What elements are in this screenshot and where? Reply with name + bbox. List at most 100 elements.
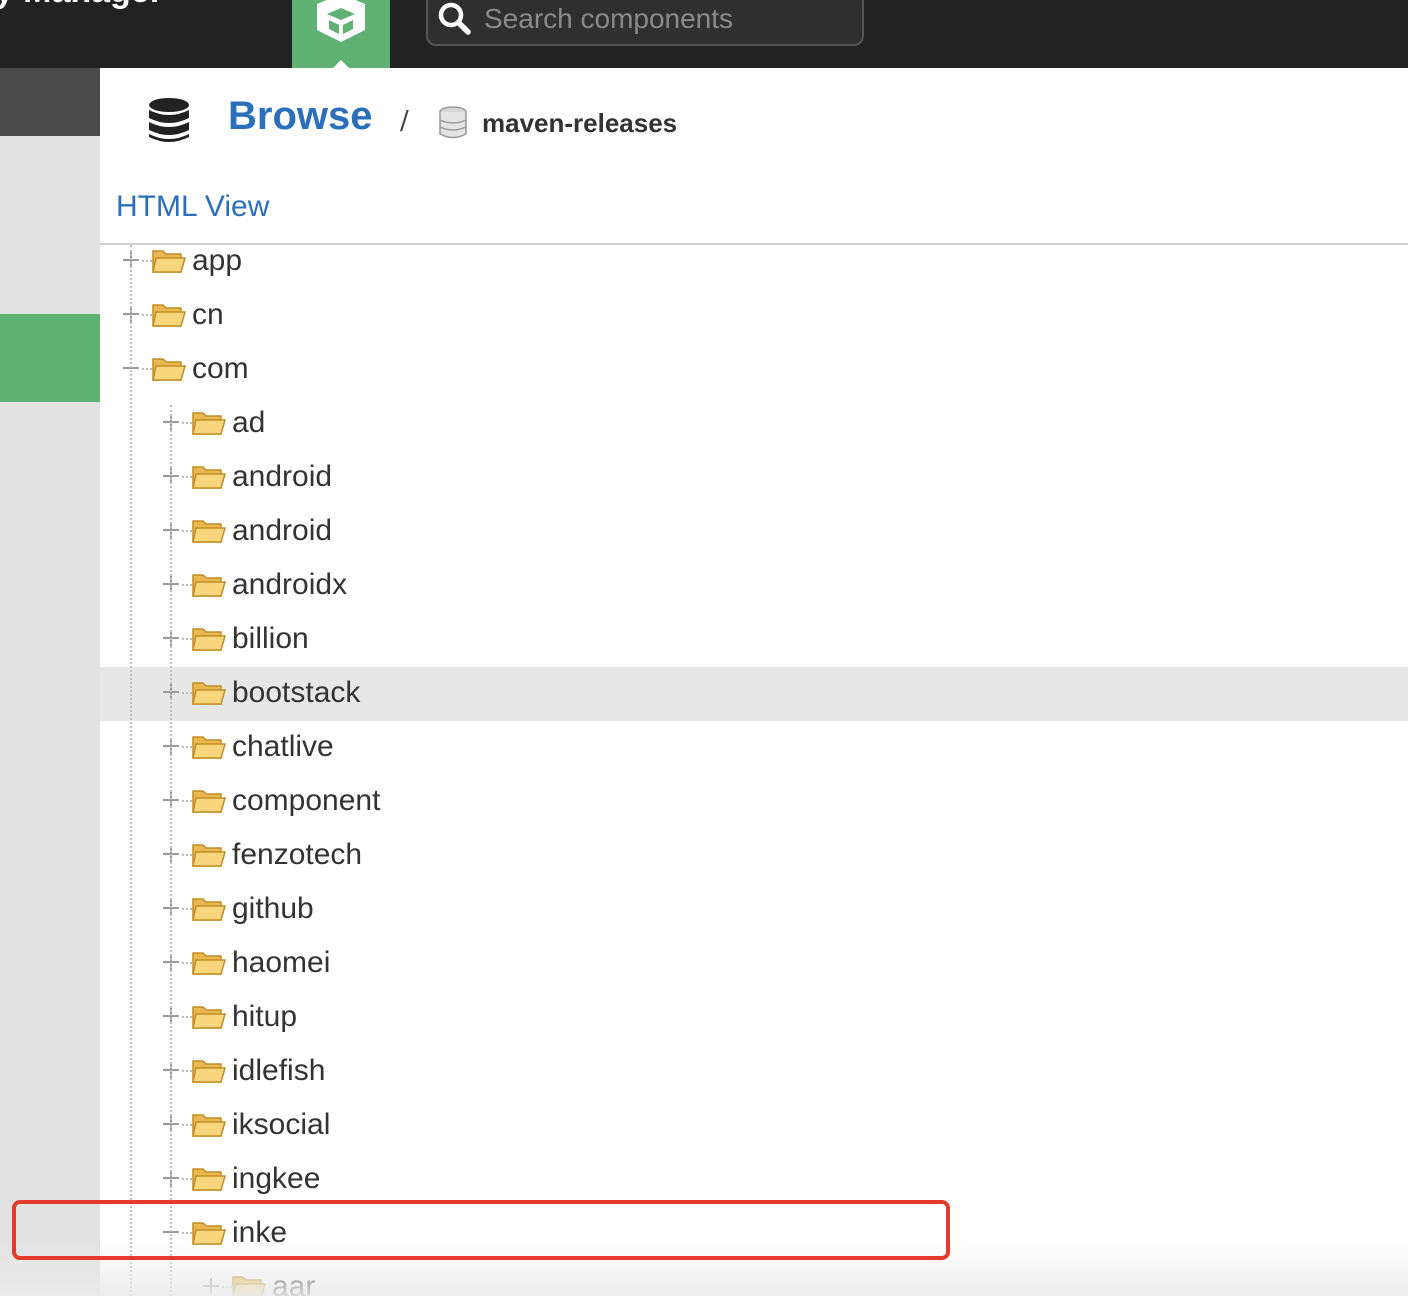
folder-open-icon: [192, 679, 226, 711]
tree-node-label[interactable]: android: [232, 460, 332, 494]
folder-open-icon: [192, 625, 226, 657]
main-content: Browse / maven-releases HTML View app cn c…: [100, 68, 1408, 1296]
tree-row[interactable]: androidx: [100, 559, 1408, 613]
tree-guide-line: [130, 245, 132, 1296]
repository-icon: [439, 106, 467, 139]
browse-mode-button[interactable]: [292, 0, 390, 69]
tree-node-label[interactable]: inke: [232, 1216, 287, 1250]
folder-open-icon: [152, 247, 186, 279]
folder-open-icon: [152, 355, 186, 387]
search-icon: [438, 2, 471, 35]
tree-connector: [182, 1124, 192, 1126]
database-icon: [149, 98, 189, 142]
tree-row[interactable]: ad: [100, 397, 1408, 451]
tree-connector: [182, 476, 192, 478]
tree-node-label[interactable]: iksocial: [232, 1108, 330, 1142]
tree-row[interactable]: haomei: [100, 937, 1408, 991]
folder-open-icon: [192, 733, 226, 765]
folder-open-icon: [192, 949, 226, 981]
tree-node-label[interactable]: billion: [232, 622, 309, 656]
folder-open-icon: [192, 571, 226, 603]
tree-row[interactable]: inke: [100, 1207, 1408, 1261]
folder-open-icon: [192, 1219, 226, 1251]
tree-node-label[interactable]: app: [192, 245, 242, 278]
folder-open-icon: [152, 301, 186, 333]
tree-connector: [142, 314, 152, 316]
folder-open-icon: [192, 517, 226, 549]
folder-open-icon: [192, 787, 226, 819]
tree-node-label[interactable]: bootstack: [232, 676, 360, 710]
folder-open-icon: [192, 1165, 226, 1197]
tree-connector: [182, 800, 192, 802]
tree-row[interactable]: billion: [100, 613, 1408, 667]
tree-node-label[interactable]: cn: [192, 298, 224, 332]
tree-row[interactable]: ingkee: [100, 1153, 1408, 1207]
tree-connector: [182, 1016, 192, 1018]
tree-connector: [142, 368, 152, 370]
search-box[interactable]: [426, 0, 864, 46]
nav-item-active[interactable]: [0, 314, 100, 402]
tree-row[interactable]: hitup: [100, 991, 1408, 1045]
breadcrumb-separator: /: [400, 106, 409, 136]
folder-open-icon: [192, 409, 226, 441]
tree-row[interactable]: idlefish: [100, 1045, 1408, 1099]
folder-open-icon: [192, 1111, 226, 1143]
tree-node-label[interactable]: androidx: [232, 568, 347, 602]
tree-connector: [182, 1178, 192, 1180]
tree-connector: [182, 422, 192, 424]
tree-connector: [182, 746, 192, 748]
plus-icon[interactable]: [200, 1275, 222, 1296]
app-title: itory Manager: [0, 0, 163, 11]
html-view-link[interactable]: HTML View: [116, 190, 269, 224]
tree-row[interactable]: component: [100, 775, 1408, 829]
tree-row[interactable]: android: [100, 451, 1408, 505]
tree-node-label[interactable]: chatlive: [232, 730, 334, 764]
folder-open-icon: [192, 1003, 226, 1035]
tree-connector: [182, 530, 192, 532]
tree-node-label[interactable]: fenzotech: [232, 838, 362, 872]
top-bar: itory Manager: [0, 0, 1408, 69]
tree-row[interactable]: android: [100, 505, 1408, 559]
tree-connector: [222, 1286, 232, 1288]
tree-connector: [182, 584, 192, 586]
tree-guide-line: [170, 405, 172, 1296]
folder-open-icon: [192, 895, 226, 927]
tree-row[interactable]: app: [100, 245, 1408, 289]
tree-node-label[interactable]: idlefish: [232, 1054, 325, 1088]
folder-open-icon: [192, 841, 226, 873]
tree-connector: [182, 908, 192, 910]
tree-row[interactable]: github: [100, 883, 1408, 937]
tree-row[interactable]: iksocial: [100, 1099, 1408, 1153]
folder-open-icon: [192, 1057, 226, 1089]
tree-connector: [182, 638, 192, 640]
breadcrumb-browse-link[interactable]: Browse: [228, 94, 373, 139]
tree-connector: [142, 260, 152, 262]
cube-icon: [317, 0, 365, 42]
tree-connector: [182, 854, 192, 856]
tree-node-label[interactable]: ad: [232, 406, 265, 440]
tree-row[interactable]: aar: [100, 1261, 1408, 1296]
folder-open-icon: [192, 463, 226, 495]
tree-connector: [182, 692, 192, 694]
tree-node-label[interactable]: component: [232, 784, 380, 818]
component-tree: app cn com ad android android androidx billion b…: [100, 245, 1408, 1296]
tree-row[interactable]: chatlive: [100, 721, 1408, 775]
tree-row[interactable]: cn: [100, 289, 1408, 343]
tree-node-label[interactable]: haomei: [232, 946, 330, 980]
search-input[interactable]: [482, 0, 846, 38]
breadcrumb-repository[interactable]: maven-releases: [482, 108, 677, 139]
tree-node-label[interactable]: github: [232, 892, 314, 926]
tree-node-label[interactable]: ingkee: [232, 1162, 320, 1196]
tree-row[interactable]: com: [100, 343, 1408, 397]
tree-node-label[interactable]: com: [192, 352, 249, 386]
tree-connector: [182, 962, 192, 964]
tree-row[interactable]: fenzotech: [100, 829, 1408, 883]
nav-header-strip: [0, 68, 100, 136]
tree-node-label[interactable]: aar: [272, 1270, 315, 1296]
tree-row[interactable]: bootstack: [100, 667, 1408, 721]
tree-connector: [182, 1232, 192, 1234]
tree-connector: [182, 1070, 192, 1072]
tree-node-label[interactable]: android: [232, 514, 332, 548]
folder-open-icon: [232, 1273, 266, 1296]
tree-node-label[interactable]: hitup: [232, 1000, 297, 1034]
